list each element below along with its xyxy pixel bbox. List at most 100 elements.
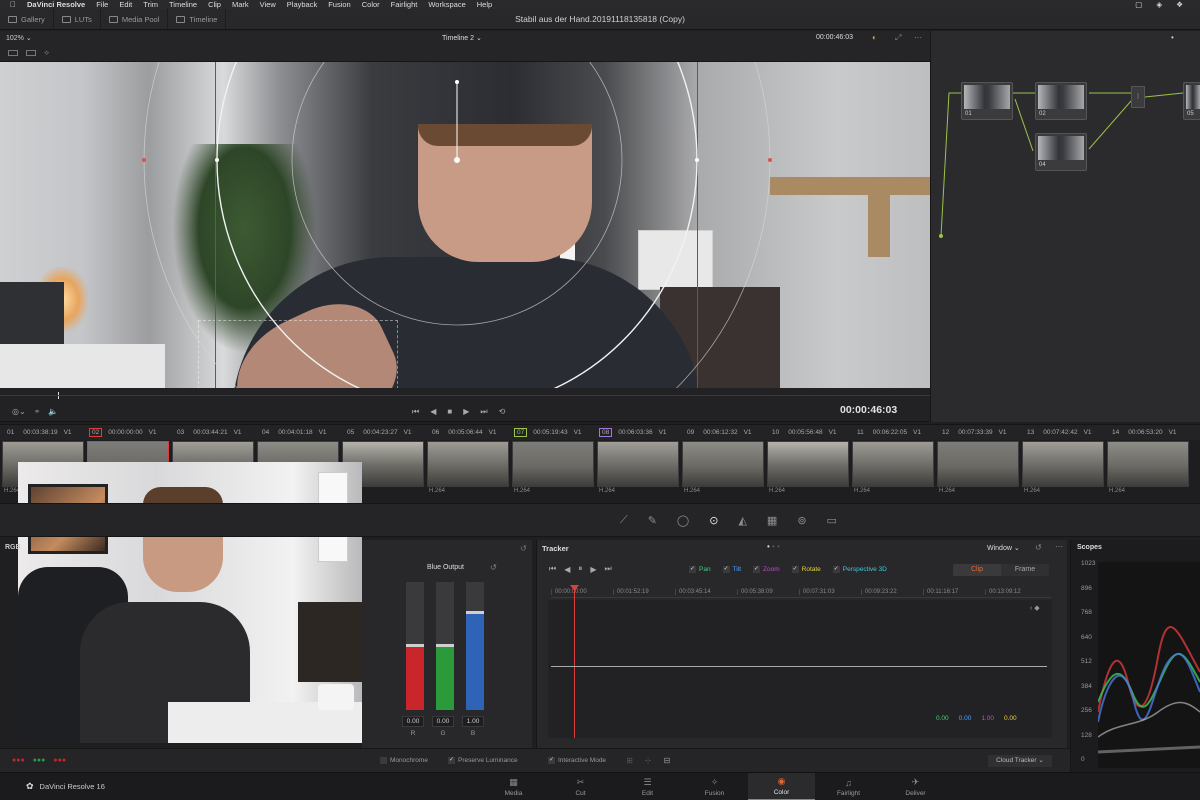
track-pause-icon[interactable]: ⏸ <box>578 564 582 574</box>
set-point-icon[interactable]: ⊹ <box>645 756 652 765</box>
rgb-mixer-reset-icon[interactable]: ↺ <box>520 544 527 553</box>
window-tool-icon[interactable]: ◯ <box>677 514 689 527</box>
tracker-graph[interactable]: ‹ ◆ 0.00 0.00 1.00 0.00 <box>548 585 1052 738</box>
tracker-option-check[interactable]: ✓ <box>791 566 799 573</box>
mixer-value-g[interactable]: 0.00 <box>432 716 454 727</box>
page-tab-fairlight[interactable]: ♫ Fairlight <box>815 773 882 800</box>
power-window-overlay[interactable] <box>0 62 930 388</box>
mixer-knob-b[interactable] <box>466 611 484 614</box>
blur-tool-icon[interactable]: ▦ <box>767 514 777 527</box>
interactive-mode-checkbox[interactable]: ✓ Interactive Mode <box>548 757 606 764</box>
tracker-option-check[interactable]: ✓ <box>753 566 761 573</box>
mixer-value-r[interactable]: 0.00 <box>402 716 424 727</box>
clip-thumbnail-09[interactable]: H.264 <box>680 440 765 494</box>
tracker-option-check[interactable]: ✓ <box>832 566 840 573</box>
menu-playback[interactable]: Playback <box>287 0 317 9</box>
menu-color[interactable]: Color <box>362 0 380 9</box>
clip-thumbnail-08[interactable]: H.264 <box>595 440 680 494</box>
tracker-option-perspective-3d[interactable]: ✓ Perspective 3D <box>832 566 887 573</box>
track-forward-icon[interactable]: ▶ <box>590 565 596 574</box>
menu-view[interactable]: View <box>260 0 276 9</box>
clip-thumbnail-11[interactable]: H.264 <box>850 440 935 494</box>
viewer-scrubber[interactable] <box>0 388 930 402</box>
monochrome-check-box[interactable] <box>380 757 387 764</box>
qualifier-tool-icon[interactable]: ✎ <box>648 514 657 527</box>
clip-thumbnail-10[interactable]: H.264 <box>765 440 850 494</box>
tracker-more-icon[interactable]: ⋯ <box>1055 542 1063 551</box>
tracker-option-rotate[interactable]: ✓ Rotate <box>791 566 821 573</box>
clip-thumbnail-12[interactable]: H.264 <box>935 440 1020 494</box>
clip-thumbnail-07[interactable]: H.264 <box>510 440 595 494</box>
clip-thumbnail-14[interactable]: H.264 <box>1105 440 1190 494</box>
page-tab-cut[interactable]: ✂ Cut <box>547 773 614 800</box>
tracker-option-pan[interactable]: ✓ Pan <box>689 566 711 573</box>
tracker-playhead[interactable] <box>574 586 575 738</box>
node-05[interactable]: 05 <box>1183 82 1200 120</box>
tracker-mode-dropdown[interactable]: Window ⌄ <box>987 544 1020 552</box>
mixer-slider-r[interactable] <box>406 582 424 710</box>
preserve-luminance-checkbox[interactable]: ✓ Preserve Luminance <box>448 757 518 764</box>
fullscreen-icon[interactable]: ⤢ <box>895 33 901 43</box>
clip-mode-button[interactable]: Clip <box>953 564 1001 576</box>
tracker-reset-icon[interactable]: ↺ <box>1035 543 1042 552</box>
viewer-image[interactable] <box>0 62 930 388</box>
go-to-start-icon[interactable]: ⏮ <box>412 407 419 417</box>
sync-icon[interactable]: ⚭ <box>34 407 41 416</box>
tracker-option-check[interactable]: ✓ <box>722 566 730 573</box>
cloud-tracker-dropdown[interactable]: Cloud Tracker ⌄ <box>988 754 1052 767</box>
tracker-ruler[interactable]: 00:00:00:00 00:01:52:19 00:03:45:14 00:05:3… <box>551 586 1051 598</box>
track-reverse-icon[interactable]: ◀ <box>564 565 570 574</box>
tracker-option-tilt[interactable]: ✓ Tilt <box>722 566 741 573</box>
stop-icon[interactable]: ■ <box>447 407 452 416</box>
insert-feature-icon[interactable]: ⊞ <box>626 756 633 765</box>
play-reverse-icon[interactable]: ◀ <box>430 407 436 416</box>
menu-mark[interactable]: Mark <box>232 0 249 9</box>
mixer-slider-b[interactable] <box>466 582 484 710</box>
node-02[interactable]: 02 <box>1035 82 1087 120</box>
page-tab-edit[interactable]: ☰ Edit <box>614 773 681 800</box>
node-dots-blue-icon[interactable]: ●●● <box>53 757 66 764</box>
frame-mode-button[interactable]: Frame <box>1001 564 1049 576</box>
split-icon[interactable] <box>26 49 36 56</box>
delete-point-icon[interactable]: ⊟ <box>663 756 670 765</box>
viewer-options-icon[interactable]: ◐ <box>872 33 877 42</box>
wipe-icon[interactable] <box>8 49 18 56</box>
mixer-knob-r[interactable] <box>406 644 424 647</box>
go-to-end-icon[interactable]: ⏭ <box>480 407 487 417</box>
clip-thumbnail-13[interactable]: H.264 <box>1020 440 1105 494</box>
parallel-mixer-node[interactable]: ⁝ <box>1131 86 1145 108</box>
zoom-dropdown[interactable]: 102% ⌄ <box>6 34 32 42</box>
tracker-option-zoom[interactable]: ✓ Zoom <box>753 566 780 573</box>
node-dots-green-icon[interactable]: ●●● <box>33 757 46 764</box>
curves-tool-icon[interactable]: ⟋ <box>620 514 628 527</box>
preserve-luminance-check-box[interactable]: ✓ <box>448 757 455 764</box>
key-tool-icon[interactable]: ⊚ <box>797 514 806 527</box>
more-options-icon[interactable]: ⋯ <box>914 33 922 42</box>
menu-fusion[interactable]: Fusion <box>328 0 351 9</box>
loop-mode-icon[interactable]: ◎⌄ <box>12 407 26 416</box>
menu-fairlight[interactable]: Fairlight <box>391 0 418 9</box>
node-editor[interactable]: • 01 02 04 ⁝ 05 <box>930 31 1200 422</box>
tracker-option-check[interactable]: ✓ <box>689 566 696 573</box>
clip-thumbnail-06[interactable]: H.264 <box>425 440 510 494</box>
page-tab-fusion[interactable]: ✧ Fusion <box>681 773 748 800</box>
mixer-value-b[interactable]: 1.00 <box>462 716 484 727</box>
volume-icon[interactable]: 🔈 <box>48 407 58 416</box>
mixer-slider-g[interactable] <box>436 582 454 710</box>
graph-zoom-icon[interactable]: ‹ ◆ <box>1030 604 1040 612</box>
monochrome-checkbox[interactable]: Monochrome <box>380 757 428 764</box>
track-to-end-icon[interactable]: ⏭ <box>605 564 612 574</box>
page-tab-deliver[interactable]: ✈ Deliver <box>882 773 949 800</box>
magic-mask-icon[interactable]: ◭ <box>738 514 746 527</box>
loop-icon[interactable]: ⟲ <box>499 407 506 416</box>
timeline-selector[interactable]: Timeline 2 ⌄ <box>442 34 482 42</box>
interactive-mode-check-box[interactable]: ✓ <box>548 757 555 764</box>
blue-output-reset-icon[interactable]: ↺ <box>490 563 497 572</box>
menu-help[interactable]: Help <box>477 0 492 9</box>
tracker-tool-icon[interactable]: ⊙ <box>709 514 718 527</box>
node-04[interactable]: 04 <box>1035 133 1087 171</box>
play-icon[interactable]: ▶ <box>463 407 469 416</box>
highlight-icon[interactable]: ⟡ <box>44 48 49 58</box>
menu-workspace[interactable]: Workspace <box>428 0 465 9</box>
page-tab-color[interactable]: ◉ Color <box>748 773 815 800</box>
